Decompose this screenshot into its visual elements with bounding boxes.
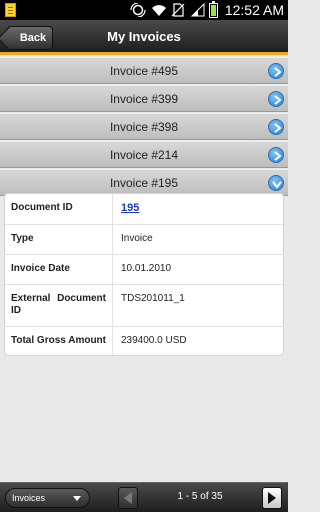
pagination: 1 - 5 of 35	[118, 487, 282, 509]
invoice-details-card: Document ID 195 Type Invoice Invoice Dat…	[4, 193, 284, 356]
chevron-down-icon[interactable]	[268, 175, 284, 191]
detail-value: Invoice	[121, 233, 153, 244]
detail-row: External Document ID TDS201011_1	[5, 285, 283, 327]
notification-icon	[5, 3, 16, 17]
invoice-row-expanded[interactable]: Invoice #195	[0, 169, 288, 196]
invoice-row[interactable]: Invoice #495	[0, 57, 288, 84]
invoice-label: Invoice #195	[109, 175, 179, 190]
detail-label: Total Gross Amount	[5, 327, 113, 355]
detail-row: Document ID 195	[5, 194, 283, 225]
invoice-label: Invoice #399	[109, 91, 179, 106]
chevron-right-icon[interactable]	[268, 147, 284, 163]
bottom-toolbar: Invoices 1 - 5 of 35	[0, 482, 288, 512]
next-page-button[interactable]	[262, 487, 282, 509]
no-sim-icon	[171, 3, 187, 17]
back-button-label: Back	[19, 32, 47, 44]
chevron-right-icon[interactable]	[268, 91, 284, 107]
app-header: Back My Invoices	[0, 20, 288, 55]
detail-label: External Document ID	[5, 285, 113, 326]
chevron-down-icon	[73, 496, 81, 501]
invoice-row[interactable]: Invoice #398	[0, 113, 288, 140]
detail-value: 10.01.2010	[121, 263, 172, 274]
battery-icon	[208, 0, 218, 18]
detail-value: 195	[113, 194, 283, 224]
chevron-right-icon[interactable]	[268, 119, 284, 135]
detail-row: Total Gross Amount 239400.0 USD	[5, 327, 283, 355]
arrow-right-icon	[268, 492, 276, 504]
document-id-link[interactable]: 195	[121, 202, 139, 214]
invoice-label: Invoice #398	[109, 119, 179, 134]
page-indicator: 1 - 5 of 35	[177, 491, 223, 502]
arrow-left-icon	[124, 492, 132, 504]
detail-label: Document ID	[5, 194, 113, 224]
signal-icon	[190, 2, 205, 17]
detail-row: Type Invoice	[5, 225, 283, 255]
detail-label: Invoice Date	[5, 255, 113, 284]
detail-value: TDS201011_1	[121, 293, 185, 304]
invoice-row[interactable]: Invoice #399	[0, 85, 288, 112]
detail-label: Type	[5, 225, 113, 254]
view-select[interactable]: Invoices	[5, 488, 90, 508]
status-bar: 12:52 AM	[0, 0, 288, 20]
detail-value: 239400.0 USD	[121, 335, 187, 346]
sync-icon	[129, 3, 147, 17]
prev-page-button[interactable]	[118, 487, 138, 509]
wifi-icon	[151, 3, 167, 17]
chevron-right-icon[interactable]	[268, 63, 284, 79]
invoice-row[interactable]: Invoice #214	[0, 141, 288, 168]
view-select-value: Invoices	[12, 493, 46, 503]
invoice-label: Invoice #495	[109, 63, 179, 78]
invoice-list: Invoice #495 Invoice #399 Invoice #398 I…	[0, 57, 288, 197]
invoice-label: Invoice #214	[109, 147, 179, 162]
detail-row: Invoice Date 10.01.2010	[5, 255, 283, 285]
status-time: 12:52 AM	[224, 2, 284, 18]
